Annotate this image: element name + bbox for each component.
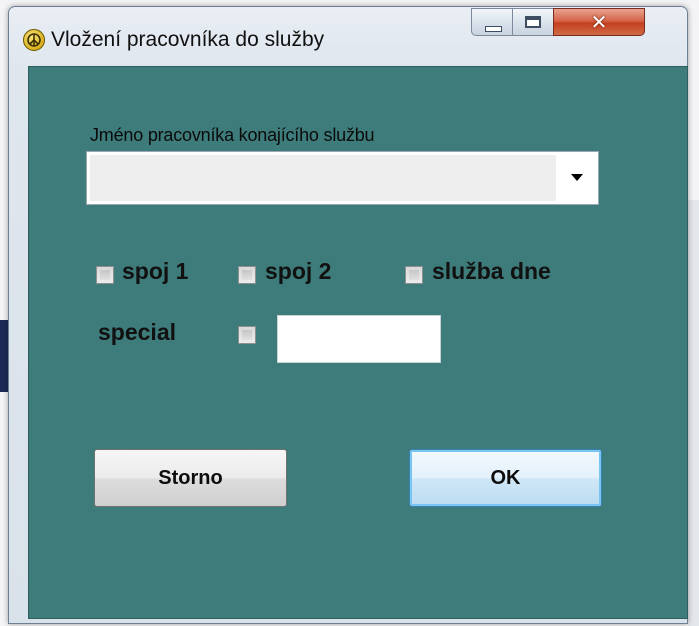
spoj2-label[interactable]: spoj 2 xyxy=(265,258,331,285)
minimize-button[interactable] xyxy=(471,8,513,36)
caption-buttons: ✕ xyxy=(471,8,683,36)
peace-sign-icon[interactable] xyxy=(23,29,45,51)
special-input[interactable] xyxy=(277,315,441,363)
background-window-strip-right xyxy=(688,200,699,626)
dialog-client-area: Jméno pracovníka konajícího službu spoj … xyxy=(28,66,688,619)
worker-name-label: Jméno pracovníka konajícího službu xyxy=(90,125,375,145)
spoj2-checkbox[interactable] xyxy=(238,266,256,284)
spoj1-checkbox[interactable] xyxy=(96,266,114,284)
maximize-icon xyxy=(525,16,541,28)
ok-button[interactable]: OK xyxy=(409,449,602,507)
title-bar[interactable]: Vložení pracovníka do služby ✕ xyxy=(9,7,687,59)
maximize-button[interactable] xyxy=(512,8,554,36)
background-window-strip xyxy=(0,320,8,392)
spoj1-label[interactable]: spoj 1 xyxy=(122,258,188,285)
sluzba-dne-label[interactable]: služba dne xyxy=(432,258,551,285)
cancel-button[interactable]: Storno xyxy=(94,449,287,507)
window-title: Vložení pracovníka do služby xyxy=(51,28,325,51)
close-button[interactable]: ✕ xyxy=(553,8,645,36)
dialog-window: Vložení pracovníka do služby ✕ Jméno pra… xyxy=(8,6,688,624)
special-label: special xyxy=(98,319,176,345)
close-icon: ✕ xyxy=(590,10,608,34)
worker-name-value xyxy=(90,155,556,201)
sluzba-dne-checkbox[interactable] xyxy=(405,266,423,284)
special-checkbox[interactable] xyxy=(238,326,256,344)
minimize-icon xyxy=(485,26,502,32)
chevron-down-icon[interactable] xyxy=(571,174,583,181)
worker-name-select[interactable] xyxy=(86,151,599,205)
